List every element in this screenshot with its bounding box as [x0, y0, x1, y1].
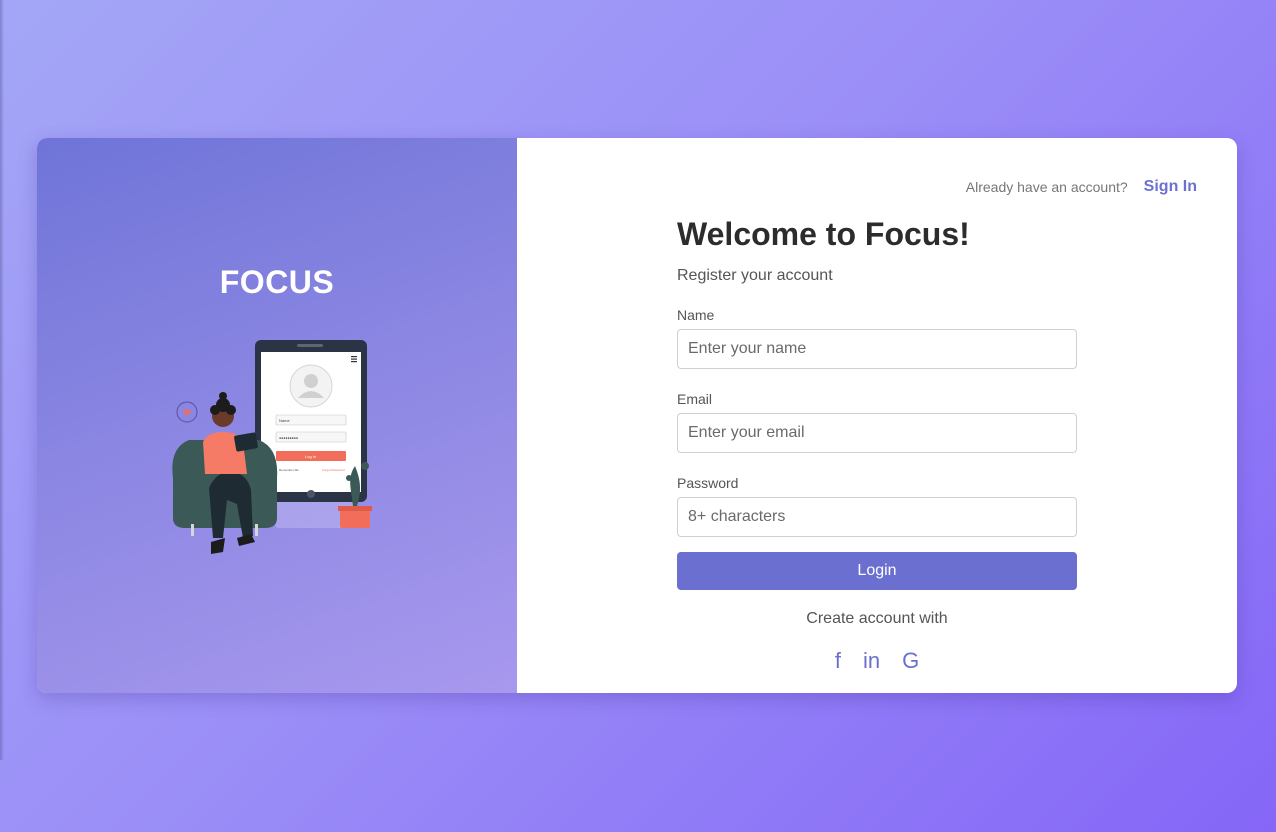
signin-link[interactable]: Sign In	[1144, 178, 1197, 196]
name-label: Name	[677, 307, 715, 323]
email-label: Email	[677, 391, 713, 407]
phone-password-text: ●●●●●●●●●	[279, 436, 298, 440]
create-account-heading: Create account with	[806, 610, 948, 627]
email-input[interactable]	[677, 413, 1077, 453]
page-subtitle: Register your account	[677, 267, 833, 284]
login-button[interactable]: Login	[677, 552, 1077, 590]
phone-name-text: Name	[279, 418, 290, 423]
linkedin-icon[interactable]: in	[863, 650, 880, 672]
page-edge-shadow	[0, 0, 4, 760]
name-input[interactable]	[677, 329, 1077, 369]
form-panel: Already have an account? Sign In Welcome…	[517, 138, 1237, 693]
password-input[interactable]	[677, 497, 1077, 537]
signin-row: Already have an account? Sign In	[966, 178, 1197, 196]
register-card: FOCUS Name ●●●●●●●●● Log In Remember Me	[37, 138, 1237, 693]
google-icon[interactable]: G	[902, 650, 919, 672]
login-illustration: Name ●●●●●●●●● Log In Remember Me Forgot…	[172, 340, 372, 554]
register-form: Welcome to Focus! Register your account …	[677, 216, 1077, 672]
brand-panel: FOCUS Name ●●●●●●●●● Log In Remember Me	[37, 138, 517, 693]
password-label: Password	[677, 475, 739, 491]
page-title: Welcome to Focus!	[677, 216, 970, 252]
brand-title: FOCUS	[219, 264, 335, 300]
plant-pot	[340, 510, 370, 528]
phone-speaker	[297, 344, 323, 347]
phone-remember-text: Remember Me	[279, 468, 299, 472]
phone-home-button	[307, 490, 315, 498]
phone-login-text: Log In	[305, 454, 316, 459]
social-buttons: f in G	[677, 650, 1077, 672]
signin-prompt: Already have an account?	[965, 179, 1128, 195]
phone-forgot-text: Forgot Password	[322, 468, 345, 472]
facebook-icon[interactable]: f	[835, 650, 841, 672]
